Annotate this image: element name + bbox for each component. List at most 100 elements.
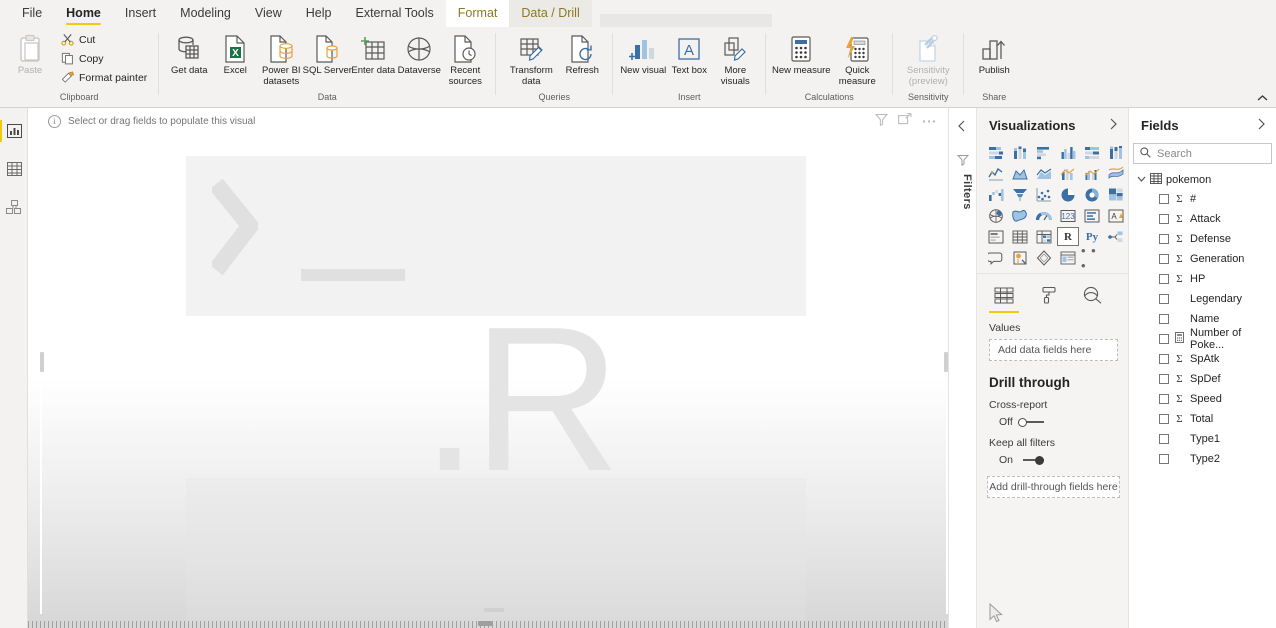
field-item-defense[interactable]: Σ Defense [1129,229,1276,249]
viz-icon-paginated-report[interactable] [1057,248,1079,267]
field-item-type2[interactable]: Type2 [1129,449,1276,469]
viz-icon-stacked-bar-chart[interactable] [985,143,1007,162]
ribbon-tab-file[interactable]: File [10,0,54,27]
r-script-visual[interactable]: i Select or drag fields to populate this… [40,108,948,628]
ribbon-tab-modeling[interactable]: Modeling [168,0,243,27]
cross-report-toggle-row[interactable]: Off [977,411,1128,428]
paste-button[interactable]: Paste [7,30,53,77]
viz-icon-filled-map[interactable] [1009,206,1031,225]
keep-all-filters-toggle-row[interactable]: On [977,449,1128,466]
field-checkbox[interactable] [1159,274,1169,284]
ribbon-tab-format[interactable]: Format [445,0,510,27]
fields-tab[interactable] [989,282,1019,313]
viz-icon-q-and-a[interactable] [1009,248,1031,267]
report-canvas[interactable]: i Select or drag fields to populate this… [28,108,948,628]
field-checkbox[interactable] [1159,294,1169,304]
viz-icon-clustered-bar-chart[interactable] [1033,143,1055,162]
field-checkbox[interactable] [1159,254,1169,264]
ribbon-tab-insert[interactable]: Insert [113,0,168,27]
resize-handle-left[interactable] [40,352,44,372]
field-item-hp[interactable]: Σ HP [1129,269,1276,289]
ribbon-tab-home[interactable]: Home [54,0,113,27]
field-item-attack[interactable]: Σ Attack [1129,209,1276,229]
viz-icon-funnel-chart[interactable] [1009,185,1031,204]
field-item-name[interactable]: Name [1129,309,1276,329]
canvas-scroll-thumb[interactable] [478,621,492,626]
quick-measure-button[interactable]: Quick measure [829,30,885,87]
field-item-generation[interactable]: Σ Generation [1129,249,1276,269]
viz-icon-key-influencers[interactable] [1105,227,1127,246]
chevron-down-icon[interactable] [1137,174,1146,186]
enter-data-button[interactable]: Enter data [350,30,396,77]
field-checkbox[interactable] [1159,394,1169,404]
field-checkbox[interactable] [1159,374,1169,384]
viz-icon-clustered-column-chart[interactable] [1057,143,1079,162]
chevron-left-icon[interactable] [957,120,966,135]
viz-icon-card[interactable]: 123 [1057,206,1079,225]
text-box-button[interactable]: A Text box [666,30,712,77]
field-checkbox[interactable] [1159,194,1169,204]
chevron-up-icon[interactable] [1254,91,1270,105]
viz-icon-decomposition-tree[interactable] [985,248,1007,267]
field-checkbox[interactable] [1159,414,1169,424]
viz-icon-treemap[interactable] [1105,185,1127,204]
recent-sources-button[interactable]: Recent sources [442,30,488,87]
field-checkbox[interactable] [1159,214,1169,224]
values-drop-target[interactable]: Add data fields here [989,339,1118,361]
more-options-icon[interactable] [922,115,936,127]
field-item-legendary[interactable]: Legendary [1129,289,1276,309]
field-checkbox[interactable] [1159,354,1169,364]
sensitivity-button[interactable]: Sensitivity (preview) [900,30,956,87]
field-item-spdef[interactable]: Σ SpDef [1129,369,1276,389]
field-item-type1[interactable]: Type1 [1129,429,1276,449]
sidebar-item-data-view[interactable] [0,154,28,184]
sidebar-item-model-view[interactable] [0,192,28,222]
field-checkbox[interactable] [1159,454,1169,464]
filters-pane-collapsed[interactable]: Filters [948,108,976,628]
refresh-button[interactable]: Refresh [559,30,605,77]
search-input[interactable]: Search [1133,143,1272,164]
visualization-gallery[interactable]: 123 A R Py • • • [977,139,1128,273]
viz-icon-stacked-area-chart[interactable] [1033,164,1055,183]
viz-icon-slicer[interactable] [985,227,1007,246]
keep-all-filters-toggle[interactable] [1018,455,1045,466]
viz-icon-more-visuals[interactable]: • • • [1081,243,1103,273]
viz-icon-pie-chart[interactable] [1057,185,1079,204]
viz-icon-stacked-column-chart[interactable] [1009,143,1031,162]
drill-through-drop-target[interactable]: Add drill-through fields here [987,476,1120,498]
viz-icon-line-and-stacked-column-chart[interactable] [1057,164,1079,183]
focus-mode-icon[interactable] [898,113,912,129]
viz-icon-gauge[interactable] [1033,206,1055,225]
powerbi-datasets-button[interactable]: Power BI datasets [258,30,304,87]
get-data-button[interactable]: Get data [166,30,212,77]
viz-icon-multi-row-card[interactable] [1081,206,1103,225]
format-tab[interactable] [1035,282,1061,308]
sql-server-button[interactable]: SQL Server [303,30,352,77]
viz-icon-line-chart[interactable] [985,164,1007,183]
viz-icon-ribbon-chart[interactable] [1105,164,1127,183]
field-item-number-of-poke[interactable]: Number of Poke... [1129,327,1276,351]
resize-handle-bottom[interactable] [484,608,504,612]
field-item-[interactable]: Σ # [1129,189,1276,209]
field-checkbox[interactable] [1159,334,1169,344]
field-checkbox[interactable] [1159,314,1169,324]
analytics-tab[interactable] [1079,282,1105,308]
viz-icon-100-stacked-column-chart[interactable] [1105,143,1127,162]
cut-button[interactable]: Cut [55,30,151,49]
viz-icon-100-stacked-bar-chart[interactable] [1081,143,1103,162]
viz-icon-line-and-clustered-column-chart[interactable] [1081,164,1103,183]
viz-icon-table[interactable] [1009,227,1031,246]
transform-data-button[interactable]: Transform data [503,30,559,87]
viz-icon-map[interactable] [985,206,1007,225]
ribbon-tab-view[interactable]: View [243,0,294,27]
field-item-speed[interactable]: Σ Speed [1129,389,1276,409]
more-visuals-button[interactable]: More visuals [712,30,758,87]
chevron-right-icon[interactable] [1257,118,1266,133]
viz-icon-waterfall-chart[interactable] [985,185,1007,204]
new-measure-button[interactable]: New measure [772,30,831,77]
ribbon-tab-data-drill[interactable]: Data / Drill [509,0,592,27]
viz-icon-donut-chart[interactable] [1081,185,1103,204]
cross-report-toggle[interactable] [1017,417,1044,428]
copy-button[interactable]: Copy [55,49,151,68]
field-item-total[interactable]: Σ Total [1129,409,1276,429]
